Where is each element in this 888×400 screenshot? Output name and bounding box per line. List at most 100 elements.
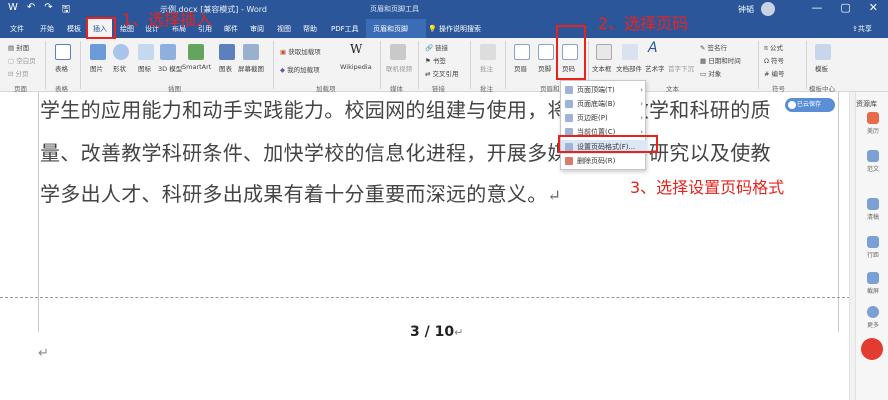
resource-item[interactable]: 美历 [862, 112, 884, 135]
symbol-button[interactable]: Ω 符号 [764, 55, 784, 65]
annotation-step-3: 3、选择设置页码格式 [630, 178, 785, 197]
tab-template[interactable]: 模板 [67, 24, 81, 34]
wordart-icon[interactable]: A [648, 40, 658, 56]
floating-assistant-icon[interactable] [861, 338, 883, 360]
cross-reference-button[interactable]: ⇄ 交叉引用 [425, 68, 459, 78]
tab-file[interactable]: 文件 [10, 24, 24, 34]
template-icon[interactable] [815, 44, 831, 60]
header-button[interactable]: 页眉 [514, 63, 527, 73]
menu-item-bottom-of-page[interactable]: 页面底端(B) › [561, 97, 647, 111]
menu-item-top-of-page[interactable]: 页面顶端(T) › [561, 83, 647, 97]
redo-icon[interactable]: ↷ [44, 2, 52, 19]
online-video-button[interactable]: 联机视频 [386, 63, 412, 73]
document-page[interactable]: 学生的应用能力和动手实践能力。校园网的组建与使用，将会提高教学和科研的质 量、改… [0, 92, 855, 400]
template-button[interactable]: 模板 [815, 63, 828, 73]
blank-page-button[interactable]: ▢ 空白页 [8, 55, 36, 65]
footer-button[interactable]: 页脚 [538, 63, 551, 73]
chart-icon[interactable] [219, 44, 235, 60]
online-video-icon[interactable] [390, 44, 406, 60]
comment-icon[interactable] [480, 44, 496, 60]
picture-icon[interactable] [90, 44, 106, 60]
resource-item[interactable]: 清稿 [862, 198, 884, 221]
close-icon[interactable]: ✕ [869, 1, 878, 14]
picture-button[interactable]: 图片 [90, 63, 103, 73]
undo-icon[interactable]: ↶ [27, 2, 35, 19]
body-text-line[interactable]: 学多出人才、科研多出成果有着十分重要而深远的意义。↵ [40, 178, 561, 207]
wordart-button[interactable]: 艺术字 [645, 63, 665, 73]
maximize-icon[interactable]: ▢ [840, 1, 850, 14]
user-name[interactable]: 钟韬 [738, 4, 754, 15]
screenshot-icon [867, 272, 879, 284]
comment-button[interactable]: 批注 [480, 63, 493, 73]
tab-mailings[interactable]: 邮件 [224, 24, 238, 34]
share-button[interactable]: ⇪共享 [852, 24, 872, 34]
drop-cap-button[interactable]: 首字下沉 [668, 63, 694, 73]
page-number-field[interactable]: 3 / 10↵ [410, 324, 463, 340]
save-icon[interactable]: 🖫 [62, 2, 71, 19]
tab-pdf-tools[interactable]: PDF工具 [331, 24, 359, 34]
group-separator [418, 41, 419, 89]
cloud-icon [788, 101, 796, 109]
page-margin-icon [565, 114, 573, 122]
3d-model-icon[interactable] [160, 44, 176, 60]
page-break-button[interactable]: ⊟ 分页 [8, 68, 29, 78]
window-controls: — ▢ ✕ [811, 1, 878, 14]
wikipedia-icon[interactable]: W [350, 42, 362, 56]
cover-page-button[interactable]: ▤ 封面 [8, 42, 29, 52]
smartart-button[interactable]: SmartArt [182, 63, 211, 71]
signature-line-button[interactable]: ✎ 签名行 [700, 42, 727, 52]
number-button[interactable]: # 编号 [764, 68, 785, 78]
resource-item[interactable]: 截屏 [862, 272, 884, 295]
footer-icon[interactable] [538, 44, 554, 60]
text-box-button[interactable]: 文本框 [592, 63, 612, 73]
resource-item[interactable]: 范文 [862, 150, 884, 173]
paragraph-mark: ↵ [38, 346, 49, 361]
wikipedia-button[interactable]: Wikipedia [340, 63, 372, 71]
shapes-icon[interactable] [113, 44, 129, 60]
get-addins-button[interactable]: ▣ 获取加载项 [280, 46, 321, 56]
resource-pane-title[interactable]: 资源库 [856, 99, 877, 109]
group-separator [505, 41, 506, 89]
object-button[interactable]: ▭ 对象 [700, 68, 721, 78]
icons-button[interactable]: 图标 [138, 63, 151, 73]
smartart-icon[interactable] [188, 44, 204, 60]
cloud-save-badge[interactable]: 已云保存 [785, 98, 835, 112]
tab-header-footer[interactable]: 页眉和页脚 [373, 24, 408, 34]
ribbon-insert: ▤ 封面 ▢ 空白页 ⊟ 分页 页面 表格 表格 图片 形状 图标 3D 模型 … [0, 38, 888, 93]
header-icon[interactable] [514, 44, 530, 60]
screenshot-icon[interactable] [243, 44, 259, 60]
resource-item[interactable]: 行距 [862, 236, 884, 259]
body-text-line[interactable]: 学生的应用能力和动手实践能力。校园网的组建与使用，将会提高教学和科研的质 [40, 94, 771, 123]
footer-boundary [0, 297, 855, 298]
link-button[interactable]: 🔗 链接 [425, 42, 448, 52]
table-icon[interactable] [55, 44, 71, 60]
tab-help[interactable]: 帮助 [303, 24, 317, 34]
tab-home[interactable]: 开始 [40, 24, 54, 34]
tell-me-search[interactable]: 💡 操作说明搜索 [428, 24, 481, 34]
group-separator [80, 41, 81, 89]
3d-model-button[interactable]: 3D 模型 [158, 63, 182, 73]
menu-item-page-margins[interactable]: 页边距(P) › [561, 111, 647, 125]
group-separator [470, 41, 471, 89]
screenshot-button[interactable]: 屏幕截图 [238, 63, 264, 73]
cross-reference-icon: ⇄ [425, 70, 433, 78]
date-time-button[interactable]: ▦ 日期和时间 [700, 55, 741, 65]
minimize-icon[interactable]: — [811, 1, 822, 14]
tab-view[interactable]: 视图 [277, 24, 291, 34]
equation-button[interactable]: π 公式 [764, 42, 783, 52]
table-button[interactable]: 表格 [55, 63, 68, 73]
quick-parts-icon[interactable] [622, 44, 638, 60]
my-addins-button[interactable]: ◆ 我的加载项 [280, 64, 320, 74]
icons-icon[interactable] [138, 44, 154, 60]
chart-button[interactable]: 图表 [219, 63, 232, 73]
body-text-line[interactable]: 量、改善教学科研条件、加快学校的信息化进程，开展多媒体教学与研究以及使教 [40, 137, 771, 166]
avatar[interactable] [761, 2, 775, 16]
resource-item[interactable]: 更多 [862, 306, 884, 329]
quick-parts-button[interactable]: 文档部件 [616, 63, 642, 73]
bookmark-button[interactable]: ⚑ 书签 [425, 55, 446, 65]
shapes-button[interactable]: 形状 [113, 63, 126, 73]
tab-review[interactable]: 审阅 [250, 24, 264, 34]
text-box-icon[interactable] [596, 44, 612, 60]
menu-item-remove-page-numbers[interactable]: 删除页码(R) [561, 154, 647, 168]
line-spacing-icon [867, 236, 879, 248]
